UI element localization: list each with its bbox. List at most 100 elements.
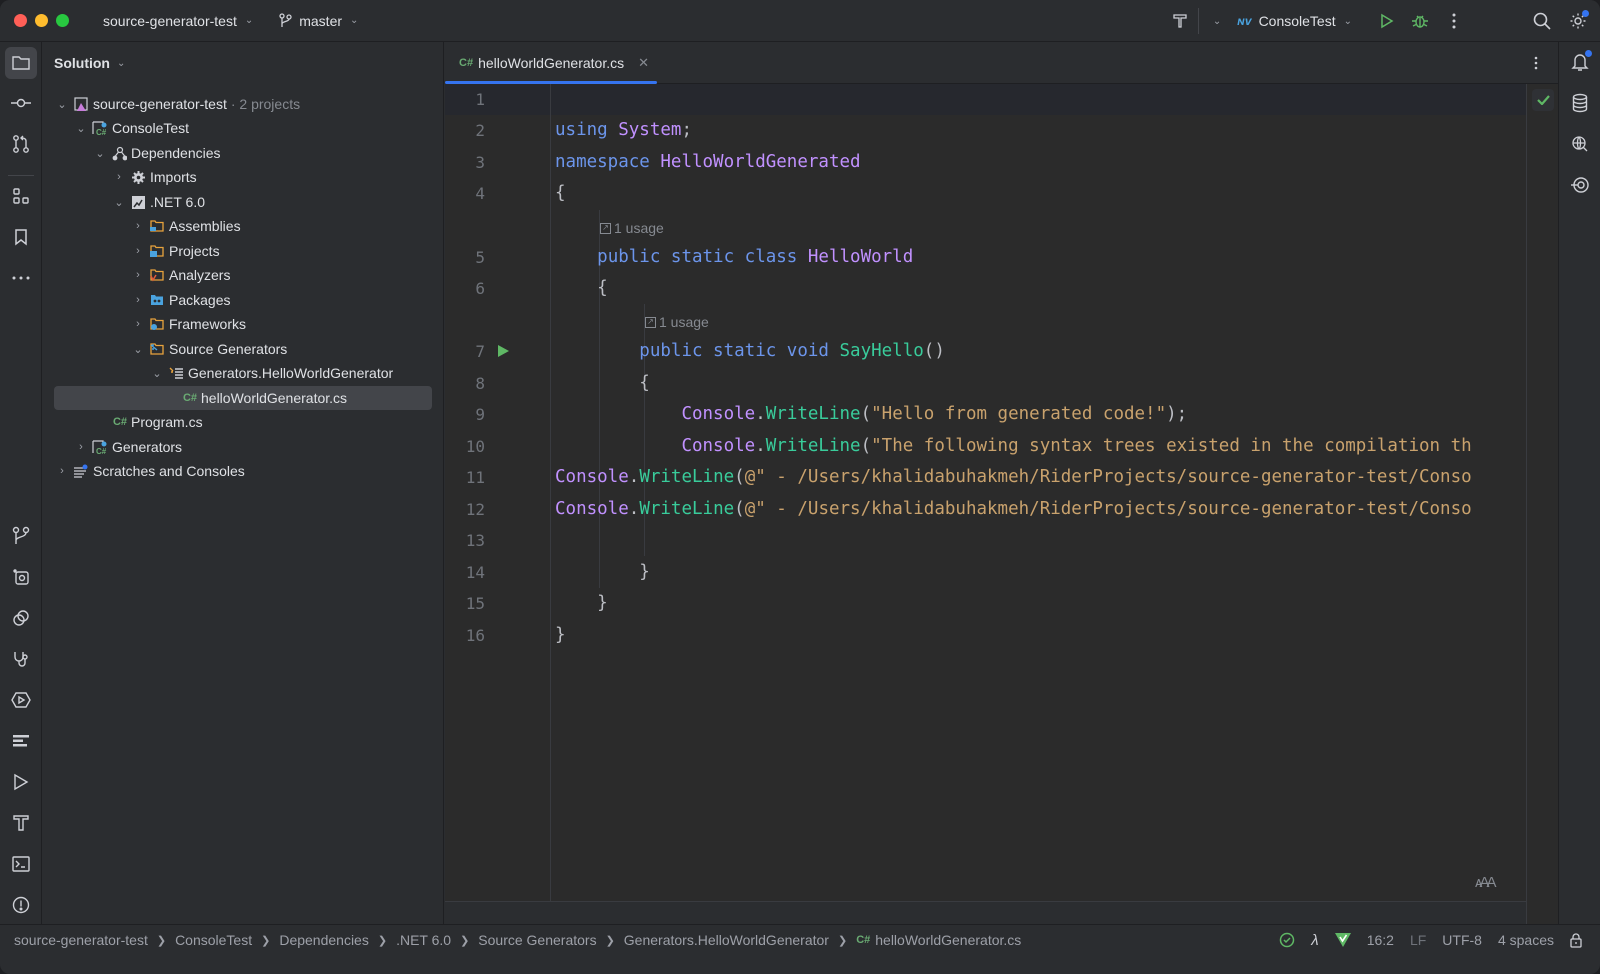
endpoints-globe-icon[interactable] — [1564, 128, 1596, 160]
tree-item-packages[interactable]: › Packages — [42, 288, 432, 312]
breadcrumb-item[interactable]: Generators.HelloWorldGenerator — [624, 932, 829, 948]
chevron-down-icon[interactable]: ⌄ — [149, 367, 165, 380]
usage-hint[interactable]: ↗ 1 usage — [645, 310, 709, 334]
window-controls — [14, 14, 69, 27]
cursor-position[interactable]: 16:2 — [1367, 932, 1394, 948]
chevron-down-icon[interactable]: ⌄ — [54, 98, 70, 111]
project-selector[interactable]: source-generator-test ⌄ — [103, 13, 253, 29]
run-method-icon[interactable] — [497, 344, 510, 361]
chevron-right-icon[interactable]: › — [73, 441, 89, 453]
services-icon[interactable] — [5, 561, 37, 593]
generator-icon — [167, 365, 185, 381]
close-window-button[interactable] — [14, 14, 27, 27]
chevron-right-icon[interactable]: › — [130, 220, 146, 232]
project-panel: Solution ⌄ ⌄ source-generator-test · 2 p… — [42, 42, 444, 924]
notifications-bell-icon[interactable] — [1564, 46, 1596, 78]
solution-view-selector[interactable]: Solution ⌄ — [42, 42, 443, 84]
line-separator[interactable]: LF — [1410, 932, 1426, 948]
reader-mode-icon[interactable]: ᴀAA — [1475, 874, 1497, 891]
current-line-highlight — [445, 84, 1526, 115]
debug-run-icon[interactable] — [5, 684, 37, 716]
project-folder-icon[interactable] — [5, 47, 37, 79]
chevron-down-icon[interactable]: ⌄ — [73, 122, 89, 135]
git-icon[interactable] — [5, 520, 37, 552]
run-icon[interactable] — [1372, 7, 1400, 35]
tree-item-frameworks[interactable]: › Frameworks — [42, 312, 432, 336]
unit-tests-icon[interactable] — [1564, 169, 1596, 201]
tree-item-helloworldgenerator-cs[interactable]: C# helloWorldGenerator.cs — [54, 386, 432, 410]
search-icon[interactable] — [1528, 7, 1556, 35]
file-encoding[interactable]: UTF-8 — [1442, 932, 1482, 948]
inspection-ok-icon[interactable] — [1279, 932, 1295, 948]
chevron-down-icon[interactable]: ⌄ — [111, 196, 127, 209]
code-line-11: Console.WriteLine(@" - /Users/khalidabuh… — [555, 467, 1472, 487]
lambda-icon[interactable]: λ — [1311, 932, 1318, 949]
database-icon[interactable] — [1564, 87, 1596, 119]
diagnostics-stethoscope-icon[interactable] — [5, 643, 37, 675]
tree-item-assemblies[interactable]: › Assemblies — [42, 214, 432, 238]
line-number: 13 — [465, 531, 485, 550]
tree-item-program-cs[interactable]: C# Program.cs — [42, 410, 432, 434]
pull-requests-icon[interactable] — [5, 128, 37, 160]
breadcrumb-item[interactable]: .NET 6.0 — [396, 932, 451, 948]
more-tools-icon[interactable] — [5, 262, 37, 294]
close-tab-icon[interactable]: ✕ — [638, 55, 649, 71]
no-problems-check-icon[interactable] — [1532, 89, 1554, 111]
chevron-right-icon[interactable]: › — [130, 245, 146, 257]
breadcrumb-item[interactable]: source-generator-test — [14, 932, 148, 948]
dynamic-program-analysis-icon[interactable] — [5, 602, 37, 634]
chevron-right-icon[interactable]: › — [130, 294, 146, 306]
run-configuration-selector[interactable]: ɴᴠ ConsoleTest ⌄ — [1237, 13, 1352, 29]
csharp-file-icon: C# — [112, 416, 128, 428]
build-hammer-icon[interactable] — [1166, 7, 1194, 35]
tree-item-generators[interactable]: › C# Generators — [42, 435, 432, 459]
chevron-right-icon[interactable]: › — [54, 465, 70, 477]
chevron-right-icon: ❯ — [377, 934, 388, 947]
tree-item-imports[interactable]: › Imports — [42, 165, 432, 189]
more-actions-icon[interactable] — [1440, 7, 1468, 35]
build-icon[interactable] — [5, 807, 37, 839]
chevron-right-icon[interactable]: › — [130, 318, 146, 330]
bookmarks-icon[interactable] — [5, 221, 37, 253]
tree-item-projects[interactable]: › Projects — [42, 239, 432, 263]
structure-icon[interactable] — [5, 180, 37, 212]
terminal-icon[interactable] — [5, 848, 37, 880]
lock-icon[interactable] — [1570, 932, 1582, 948]
breadcrumb-item[interactable]: Source Generators — [478, 932, 596, 948]
branch-selector[interactable]: master ⌄ — [279, 13, 358, 29]
horizontal-scrollbar[interactable] — [445, 901, 1526, 924]
chevron-right-icon[interactable]: › — [130, 269, 146, 281]
problems-list-icon[interactable] — [5, 725, 37, 757]
tree-item-analyzers[interactable]: › Analyzers — [42, 263, 432, 287]
build-options-chevron-icon[interactable]: ⌄ — [1203, 7, 1231, 35]
breadcrumb-item[interactable]: ConsoleTest — [175, 932, 252, 948]
tab-helloworldgenerator-cs[interactable]: C# helloWorldGenerator.cs ✕ — [445, 42, 657, 84]
breadcrumb-item[interactable]: helloWorldGenerator.cs — [875, 932, 1021, 948]
folder-frameworks-icon — [148, 316, 166, 332]
tree-item-dependencies[interactable]: ⌄ Dependencies — [42, 141, 432, 165]
breadcrumb-item[interactable]: Dependencies — [279, 932, 369, 948]
chevron-down-icon[interactable]: ⌄ — [130, 343, 146, 356]
chevron-down-icon[interactable]: ⌄ — [92, 147, 108, 160]
tree-item-scratches[interactable]: › Scratches and Consoles — [42, 459, 432, 483]
svg-text:C#: C# — [96, 128, 107, 136]
indent-setting[interactable]: 4 spaces — [1498, 932, 1554, 948]
tree-item-dotnet[interactable]: ⌄ .NET 6.0 — [42, 190, 432, 214]
tree-item-helloworld-generator[interactable]: ⌄ Generators.HelloWorldGenerator — [42, 361, 432, 385]
debug-bug-icon[interactable] — [1406, 7, 1434, 35]
usage-hint[interactable]: ↗ 1 usage — [600, 216, 664, 240]
run-tool-icon[interactable] — [5, 766, 37, 798]
code-editor[interactable]: 1 2 3 4 5 6 7 8 9 10 11 12 13 14 15 16 ↗… — [445, 84, 1526, 901]
commit-icon[interactable] — [5, 87, 37, 119]
chevron-right-icon[interactable]: › — [111, 171, 127, 183]
tree-item-source-generators[interactable]: ⌄ Source Generators — [42, 337, 432, 361]
maximize-window-button[interactable] — [56, 14, 69, 27]
tree-item-consoletest[interactable]: ⌄ C# ConsoleTest — [42, 116, 432, 140]
editor-more-options-icon[interactable] — [1522, 49, 1550, 77]
minimize-window-button[interactable] — [35, 14, 48, 27]
vue-status-icon[interactable] — [1334, 933, 1351, 947]
problems-icon[interactable] — [5, 889, 37, 921]
settings-gear-icon[interactable] — [1564, 7, 1592, 35]
tree-item-solution[interactable]: ⌄ source-generator-test · 2 projects — [42, 92, 432, 116]
vertical-scrollbar[interactable] — [1526, 84, 1558, 924]
